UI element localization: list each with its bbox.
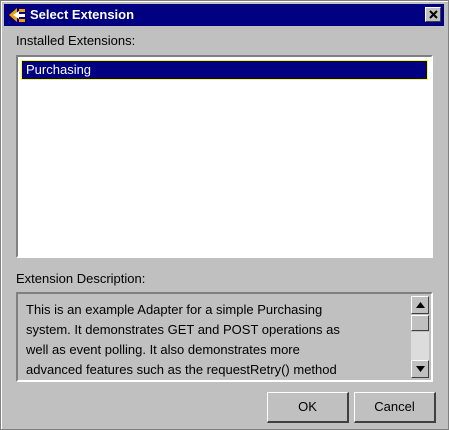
close-button[interactable] [425,7,441,22]
scroll-thumb[interactable] [411,315,429,331]
select-extension-dialog: Select Extension Installed Extensions: P… [0,0,449,430]
window-title: Select Extension [30,7,135,22]
description-text: This is an example Adapter for a simple … [26,300,411,380]
extension-description-text-area[interactable]: This is an example Adapter for a simple … [16,292,433,382]
ok-button[interactable]: OK [267,392,349,423]
description-line: well as event polling. It also demonstra… [26,342,300,357]
scroll-down-button[interactable] [411,360,429,378]
title-bar[interactable]: Select Extension [4,4,444,26]
extension-description-label: Extension Description: [16,271,146,286]
installed-extensions-label: Installed Extensions: [16,33,136,48]
vertical-scrollbar[interactable] [411,296,429,378]
scroll-track[interactable] [411,332,429,360]
description-line: system. It demonstrates GET and POST ope… [26,322,340,337]
list-item[interactable]: Purchasing [21,60,428,80]
scroll-up-button[interactable] [411,296,429,314]
installed-extensions-list[interactable]: Purchasing [16,55,433,258]
java-cup-icon [7,6,27,24]
description-line: This is an example Adapter for a simple … [26,302,323,317]
description-line: advanced features such as the requestRet… [26,362,337,377]
cancel-button[interactable]: Cancel [354,392,436,423]
